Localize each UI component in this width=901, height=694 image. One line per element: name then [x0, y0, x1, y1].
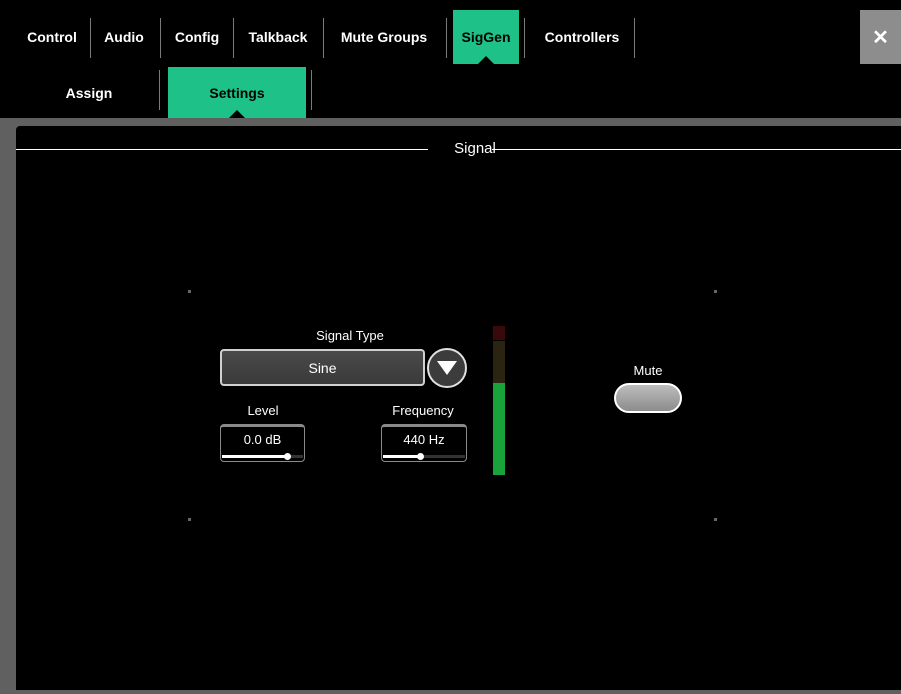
level-slider-fill: [222, 455, 287, 458]
tab-assign[interactable]: Assign: [30, 68, 148, 118]
frequency-control[interactable]: 440 Hz: [381, 424, 467, 462]
frequency-slider-track: [383, 453, 465, 460]
group-corner: [714, 290, 717, 293]
section-rule-right: [492, 149, 901, 150]
mute-label: Mute: [633, 363, 663, 378]
chevron-down-icon: [437, 361, 457, 375]
mute-button[interactable]: [614, 383, 682, 413]
frequency-slider-fill: [383, 455, 420, 458]
frequency-label: Frequency: [392, 403, 454, 418]
level-meter: [493, 326, 505, 475]
meter-fill: [493, 383, 505, 475]
tab-divider: [446, 18, 447, 58]
frequency-slider-knob[interactable]: [416, 453, 424, 460]
group-corner: [188, 518, 191, 521]
tab-siggen[interactable]: SigGen: [453, 10, 519, 64]
section-rule-left: [16, 149, 428, 150]
level-value: 0.0 dB: [243, 432, 282, 447]
level-slider-track: [222, 453, 303, 460]
tab-control[interactable]: Control: [14, 10, 90, 64]
meter-segment-red: [493, 326, 505, 340]
tab-divider: [159, 70, 160, 110]
group-corner: [188, 290, 191, 293]
level-label: Level: [247, 403, 279, 418]
close-icon: ✕: [872, 26, 889, 49]
tab-settings[interactable]: Settings: [168, 67, 306, 118]
tab-audio[interactable]: Audio: [91, 10, 157, 64]
group-corner: [714, 518, 717, 521]
level-control[interactable]: 0.0 dB: [220, 424, 305, 462]
signal-type-value: Sine: [308, 359, 337, 376]
tab-mute-groups[interactable]: Mute Groups: [324, 10, 444, 64]
main-tab-bar: Control Audio Config Talkback Mute Group…: [0, 0, 901, 64]
signal-type-label: Signal Type: [316, 328, 384, 343]
frequency-value: 440 Hz: [403, 432, 445, 447]
level-slider-knob[interactable]: [283, 453, 291, 460]
tab-divider: [311, 70, 312, 110]
tab-talkback[interactable]: Talkback: [234, 10, 322, 64]
tab-controllers[interactable]: Controllers: [527, 10, 637, 64]
tab-divider: [634, 18, 635, 58]
tab-config[interactable]: Config: [161, 10, 233, 64]
sub-tab-bar: Assign Settings: [0, 64, 901, 118]
tab-divider: [524, 18, 525, 58]
signal-type-dropdown-button[interactable]: [427, 348, 467, 388]
signal-type-dropdown[interactable]: Sine: [220, 349, 425, 386]
meter-segment-dark: [493, 341, 505, 383]
close-button[interactable]: ✕: [860, 10, 901, 64]
